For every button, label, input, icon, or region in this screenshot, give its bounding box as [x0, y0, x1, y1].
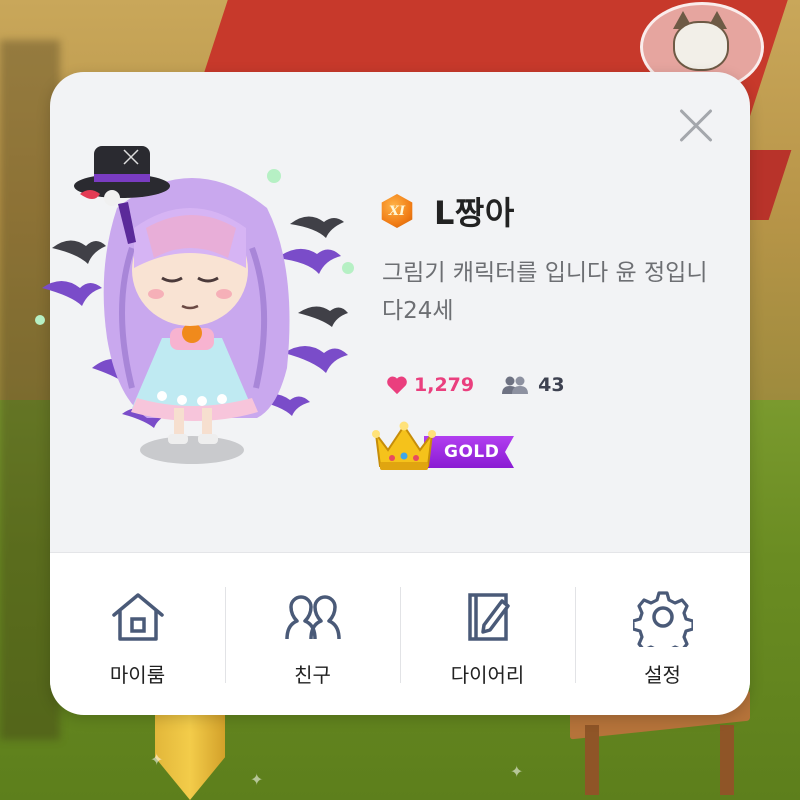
menu-diary[interactable]: 다이어리 — [400, 553, 575, 715]
menu-label: 설정 — [644, 663, 681, 687]
bench-leg — [720, 725, 734, 795]
level-badge-text: XI — [388, 203, 406, 219]
followers-icon — [502, 376, 529, 394]
sparkle-icon: ✦ — [150, 750, 164, 769]
menu-label: 마이룸 — [109, 663, 166, 687]
followers-count: 43 — [538, 374, 565, 396]
avatar-character — [35, 146, 354, 464]
likes-count: 1,279 — [414, 374, 475, 396]
profile-bio: 그림기 캐릭터를 입니다 윤 정입니다24세 — [382, 260, 708, 324]
profile-menu: 마이룸 친구 다이어리 설정 — [50, 552, 750, 715]
menu-my-room[interactable]: 마이룸 — [50, 553, 225, 715]
close-icon[interactable] — [676, 106, 716, 146]
heart-icon — [387, 376, 407, 395]
menu-friends[interactable]: 친구 — [225, 553, 400, 715]
house-icon — [111, 593, 164, 641]
menu-label: 친구 — [294, 663, 331, 687]
menu-label: 다이어리 — [450, 663, 525, 687]
friends-icon — [284, 595, 341, 640]
grade-label: GOLD — [424, 436, 514, 468]
menu-settings[interactable]: 설정 — [575, 553, 750, 715]
sparkle-icon: ✦ — [510, 762, 524, 781]
bench-leg — [585, 725, 599, 795]
profile-stats: 1,279 43 — [386, 374, 565, 396]
sparkle-icon: ✦ — [250, 770, 264, 789]
username: L짱아 — [434, 194, 515, 232]
gear-icon — [632, 591, 693, 647]
grade-badge: GOLD — [372, 420, 522, 476]
diary-icon — [467, 593, 510, 641]
crown-icon — [372, 421, 436, 470]
level-badge-icon: XI — [380, 194, 414, 228]
